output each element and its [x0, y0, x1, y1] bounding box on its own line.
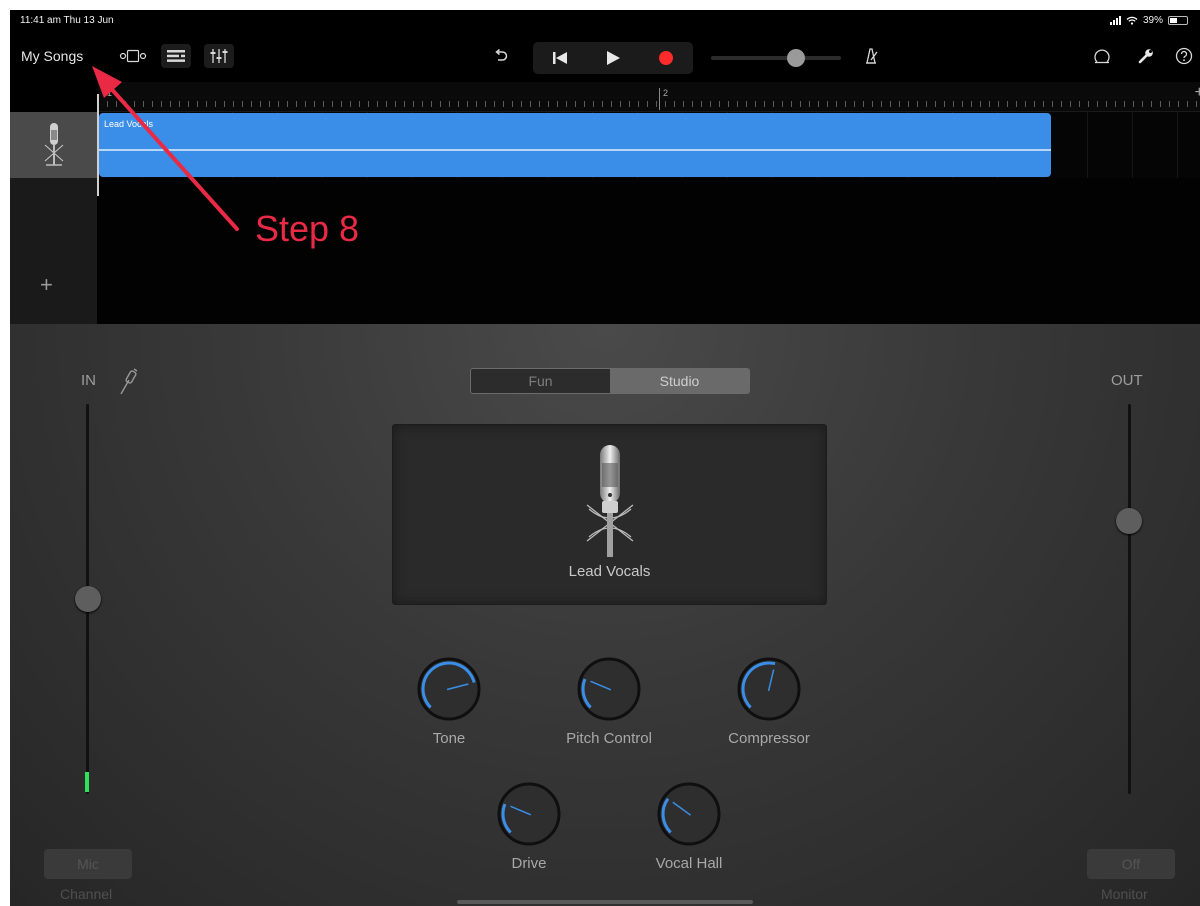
knob-label: Pitch Control	[566, 730, 652, 747]
transport-controls	[533, 42, 693, 74]
empty-track-area[interactable]	[98, 178, 1200, 324]
mode-segmented-control: Fun Studio	[470, 368, 750, 394]
cellular-signal-icon	[1109, 16, 1121, 25]
wifi-icon	[1126, 16, 1138, 25]
battery-percent: 39%	[1142, 15, 1163, 26]
loop-icon[interactable]	[1087, 44, 1117, 68]
browser-icon[interactable]	[118, 44, 148, 68]
master-volume-knob[interactable]	[786, 49, 805, 67]
tone-knob[interactable]: Tone	[384, 654, 514, 747]
compressor-knob[interactable]: Compressor	[704, 654, 834, 747]
tab-studio[interactable]: Studio	[610, 369, 749, 393]
input-level-label: IN	[81, 372, 96, 389]
region-waveform	[99, 149, 1051, 151]
undo-icon[interactable]	[486, 44, 516, 68]
add-track-button[interactable]: +	[40, 272, 53, 298]
mixer-icon[interactable]	[204, 44, 234, 68]
output-level-slider[interactable]	[1116, 508, 1142, 534]
preset-selector[interactable]: Lead Vocals	[392, 424, 827, 605]
knob-label: Tone	[432, 730, 466, 747]
output-level-track	[1128, 404, 1131, 794]
bar-number: 1	[107, 88, 113, 98]
settings-icon[interactable]	[1131, 44, 1161, 68]
my-songs-button[interactable]: My Songs	[21, 48, 83, 64]
knob-label: Compressor	[728, 730, 810, 747]
monitor-button[interactable]: Off	[1087, 849, 1175, 879]
playhead[interactable]	[97, 94, 99, 196]
metronome-icon[interactable]	[856, 44, 886, 68]
compressor-knob-dial[interactable]	[734, 654, 804, 724]
microphone-icon	[44, 123, 63, 166]
track-lane[interactable]: Lead Vocals	[98, 112, 1200, 178]
record-icon[interactable]	[658, 50, 674, 66]
input-level-slider[interactable]	[75, 586, 101, 612]
track-header-empty	[10, 178, 97, 324]
pitch-control-knob[interactable]: Pitch Control	[544, 654, 674, 747]
add-section-icon[interactable]: +	[1195, 84, 1200, 102]
garageband-window: 11:41 am Thu 13 Jun 39% My Songs 1 2 + +…	[10, 10, 1200, 906]
tab-fun[interactable]: Fun	[471, 369, 610, 393]
home-indicator	[457, 900, 753, 904]
status-time: 11:41 am Thu 13 Jun	[20, 15, 114, 26]
audio-recorder-panel: IN OUT Fun Studio Lead Vocals Tone Pitch…	[10, 324, 1200, 906]
knob-label: Drive	[511, 855, 547, 872]
help-icon[interactable]	[1169, 44, 1199, 68]
preset-name: Lead Vocals	[568, 563, 651, 580]
bar-number: 2	[659, 88, 668, 110]
input-source-button[interactable]: Mic	[44, 849, 132, 879]
ruler-ticks	[98, 101, 1200, 107]
track-header-lead-vocals[interactable]	[10, 112, 97, 178]
input-level-meter	[85, 772, 89, 792]
audio-region[interactable]: Lead Vocals	[99, 113, 1051, 177]
input-cable-icon[interactable]	[118, 368, 140, 396]
toolbar: My Songs	[10, 32, 1200, 82]
microphone-icon	[586, 445, 634, 557]
status-indicators: 39%	[1109, 15, 1188, 26]
tone-knob-dial[interactable]	[414, 654, 484, 724]
drive-knob-dial[interactable]	[494, 779, 564, 849]
knob-label: Vocal Hall	[655, 855, 723, 872]
tracks-view-icon[interactable]	[161, 44, 191, 68]
monitor-caption: Monitor	[1101, 886, 1148, 902]
master-volume-slider[interactable]	[711, 49, 841, 67]
timeline-ruler[interactable]: 1 2 +	[98, 82, 1200, 112]
play-icon[interactable]	[605, 50, 621, 66]
output-level-label: OUT	[1111, 372, 1143, 389]
region-name: Lead Vocals	[104, 119, 154, 129]
rewind-icon[interactable]	[552, 50, 568, 66]
annotation-label: Step 8	[255, 208, 360, 249]
drive-knob[interactable]: Drive	[464, 779, 594, 872]
status-bar: 11:41 am Thu 13 Jun 39%	[10, 10, 1200, 32]
input-caption: Channel	[60, 886, 113, 902]
vocal-hall-knob[interactable]: Vocal Hall	[624, 779, 754, 872]
vocal-hall-knob-dial[interactable]	[654, 779, 724, 849]
pitch-control-knob-dial[interactable]	[574, 654, 644, 724]
battery-icon	[1168, 16, 1188, 25]
